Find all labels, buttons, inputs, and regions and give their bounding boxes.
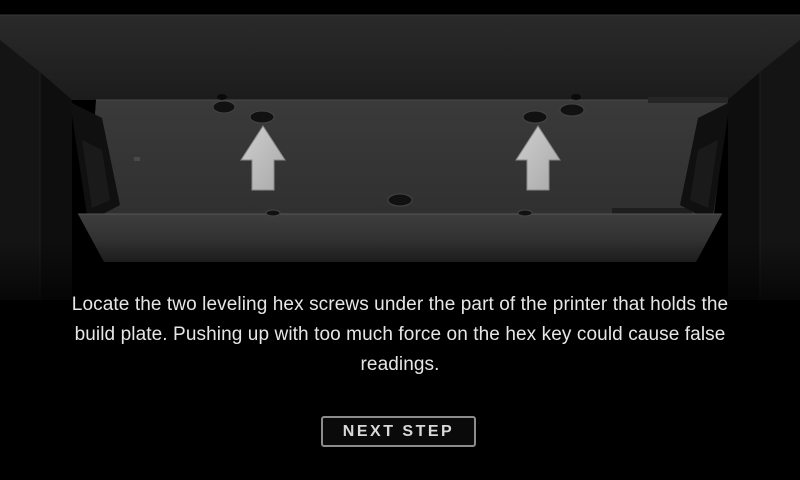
- printer-illustration: [0, 14, 800, 330]
- leveling-instruction-text: Locate the two leveling hex screws under…: [71, 294, 729, 375]
- enclosure-top: [0, 15, 800, 100]
- leveling-instruction-screen: Locate the two leveling hex screws under…: [0, 0, 800, 480]
- next-step-button[interactable]: NEXT STEP: [321, 416, 476, 447]
